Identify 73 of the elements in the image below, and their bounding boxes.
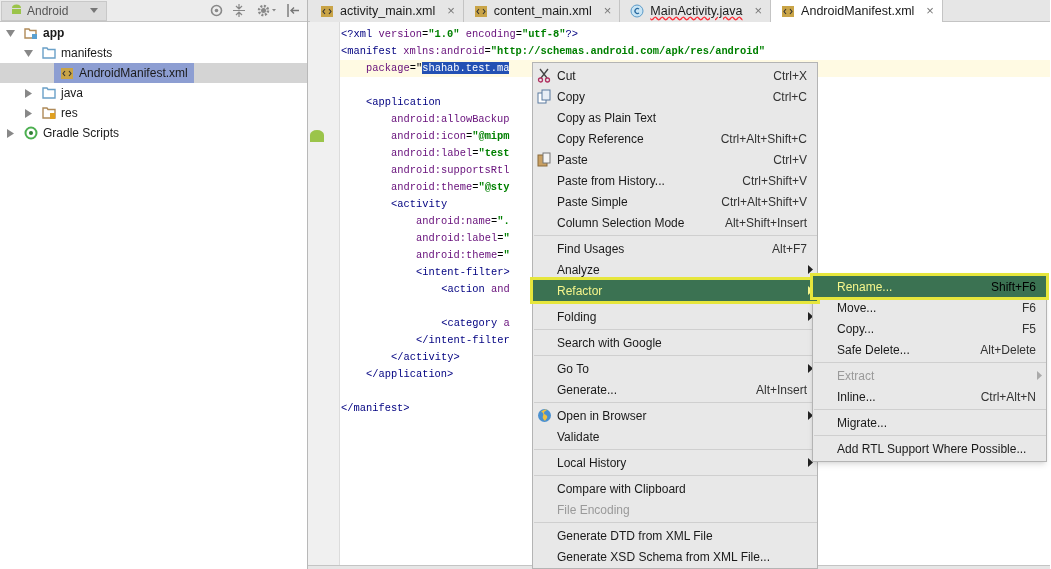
menu-item[interactable]: Generate DTD from XML File <box>533 525 817 546</box>
copy-icon <box>537 89 551 104</box>
code-line: android:theme="@sty <box>391 181 510 193</box>
menu-item[interactable]: Folding <box>533 306 817 327</box>
close-button[interactable]: × <box>603 1 612 21</box>
xml-file-icon <box>473 4 488 18</box>
menu-item[interactable]: Inline... Ctrl+Alt+N <box>813 386 1046 407</box>
code-line: <manifest xmlns:android="http://schemas.android.com/apk/res/android" <box>341 45 766 57</box>
editor-tab[interactable]: content_main.xml × <box>463 0 621 22</box>
editor-tab[interactable]: AndroidManifest.xml × <box>771 0 943 22</box>
collapse-icon[interactable] <box>233 4 245 17</box>
tree-item[interactable]: Gradle Scripts <box>18 123 126 143</box>
menu-item[interactable]: Rename... Shift+F6 <box>813 276 1046 297</box>
menu-item[interactable]: Generate XSD Schema from XML File... <box>533 546 817 567</box>
menu-item[interactable]: Migrate... <box>813 412 1046 433</box>
resource-folder-icon <box>42 106 56 120</box>
code-line: android:allowBackup <box>391 113 510 125</box>
dropdown-arrow-icon <box>90 8 98 13</box>
settings-icon[interactable] <box>257 4 277 17</box>
locate-icon[interactable] <box>210 4 223 17</box>
code-line: </application> <box>366 368 454 380</box>
code-line: </activity> <box>391 351 460 363</box>
menu-item[interactable]: Copy as Plain Text <box>533 107 817 128</box>
view-selector[interactable]: Android <box>1 0 107 21</box>
xml-file-icon <box>60 66 74 80</box>
close-button[interactable]: × <box>754 1 763 21</box>
code-line: <?xml version="1.0" encoding="utf-8"?> <box>341 28 579 40</box>
code-line: android:label=" <box>416 232 510 244</box>
folder-icon <box>42 46 56 60</box>
menu-item[interactable]: Column Selection Mode Alt+Shift+Insert <box>533 212 817 233</box>
xml-file-icon <box>320 4 334 18</box>
tree-item[interactable]: manifests <box>36 43 119 63</box>
code-line: </intent-filter <box>416 334 510 346</box>
scissors-icon <box>537 68 551 83</box>
menu-item[interactable]: Find Usages Alt+F7 <box>533 238 817 259</box>
close-button[interactable]: × <box>926 1 934 21</box>
code-line: android:name=". <box>416 215 510 227</box>
tree-item[interactable]: app <box>18 23 71 43</box>
globe-icon <box>537 408 552 423</box>
code-line: <intent-filter> <box>416 266 510 278</box>
code-line: package="shahab.test.ma <box>366 62 510 74</box>
tree-item[interactable]: java <box>36 83 89 103</box>
menu-item[interactable]: Copy Ctrl+C <box>533 86 817 107</box>
menu-item[interactable]: Paste Simple Ctrl+Alt+Shift+V <box>533 191 817 212</box>
tree-item[interactable]: AndroidManifest.xml <box>54 63 194 83</box>
editor-tab[interactable]: activity_main.xml × <box>310 0 464 22</box>
tree-item[interactable]: res <box>36 103 84 123</box>
hide-panel-icon[interactable] <box>287 4 299 17</box>
menu-item[interactable]: Copy Reference Ctrl+Alt+Shift+C <box>533 128 817 149</box>
module-icon <box>24 26 38 40</box>
menu-item[interactable]: Paste Ctrl+V <box>533 149 817 170</box>
code-line: android:supportsRtl <box>391 164 510 176</box>
code-line: android:theme=" <box>416 249 510 261</box>
menu-item[interactable]: Cut Ctrl+X <box>533 65 817 86</box>
menu-item[interactable]: Refactor <box>533 280 817 301</box>
menu-item[interactable]: Paste from History... Ctrl+Shift+V <box>533 170 817 191</box>
code-line: <activity <box>391 198 448 210</box>
code-line: android:icon="@mipm <box>391 130 510 142</box>
code-line: <application <box>366 96 441 108</box>
class-icon <box>630 4 645 18</box>
gradle-icon <box>24 126 38 140</box>
paste-icon <box>537 152 551 167</box>
close-button[interactable]: × <box>447 1 455 21</box>
code-line: <category a <box>441 317 510 329</box>
folder-icon <box>42 86 56 100</box>
code-line: android:label="test <box>391 147 510 159</box>
xml-file-icon <box>781 4 796 18</box>
menu-item: File Encoding <box>556 501 631 519</box>
menu-item[interactable]: Local History <box>533 452 817 473</box>
menu-item[interactable]: Compare with Clipboard <box>533 478 817 499</box>
code-line: <action and <box>441 283 510 295</box>
code-line: </manifest> <box>341 402 410 414</box>
editor-tab[interactable]: MainActivity.java × <box>620 0 772 22</box>
